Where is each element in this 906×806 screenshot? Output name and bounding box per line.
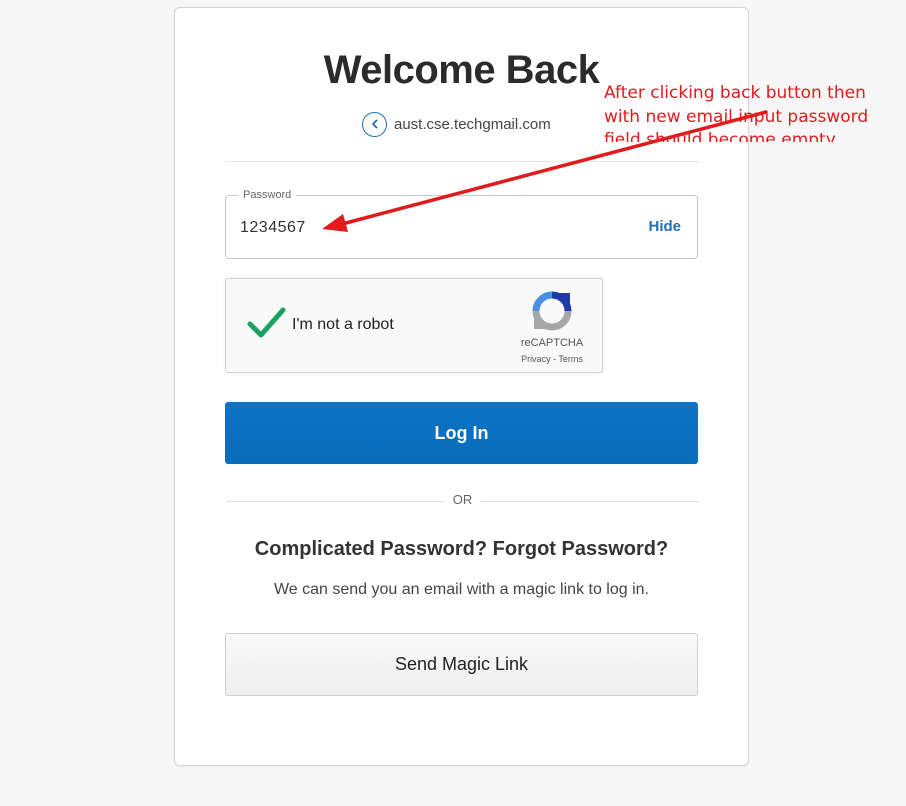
recaptcha-privacy-link[interactable]: Privacy: [521, 354, 551, 364]
recaptcha-label: I'm not a robot: [292, 316, 394, 333]
back-button[interactable]: [362, 111, 387, 137]
chevron-left-icon: [371, 119, 377, 129]
login-button[interactable]: Log In: [225, 402, 698, 464]
password-label: Password: [238, 189, 297, 201]
recaptcha-terms-link[interactable]: Terms: [558, 354, 583, 364]
forgot-password-title: Complicated Password? Forgot Password?: [254, 538, 669, 560]
annotation-line: field should become empty: [604, 130, 836, 142]
header-divider: [226, 161, 699, 162]
account-email: aust.cse.techgmail.com: [394, 115, 551, 133]
hide-password-toggle[interactable]: Hide: [648, 218, 681, 235]
recaptcha-brand: reCAPTCHA: [520, 337, 584, 349]
checkmark-icon[interactable]: [246, 305, 286, 341]
or-label: OR: [452, 492, 473, 507]
password-field[interactable]: Password Hide: [225, 189, 698, 259]
account-email-row: aust.cse.techgmail.com: [362, 111, 551, 137]
or-divider: OR: [226, 491, 699, 507]
forgot-password-description: We can send you an email with a magic li…: [273, 581, 649, 598]
annotation-line: with new email input password: [604, 106, 869, 127]
recaptcha-links: Privacy - Terms: [511, 354, 593, 364]
recaptcha-widget: I'm not a robot reCAPTCHA Privacy - Term…: [225, 278, 603, 373]
annotation-line: After clicking back button then: [604, 83, 866, 103]
recaptcha-logo-icon: [532, 291, 572, 331]
send-magic-link-button[interactable]: Send Magic Link: [225, 633, 698, 696]
password-input[interactable]: [240, 216, 600, 240]
annotation-note: After clicking back button then with new…: [604, 82, 904, 142]
